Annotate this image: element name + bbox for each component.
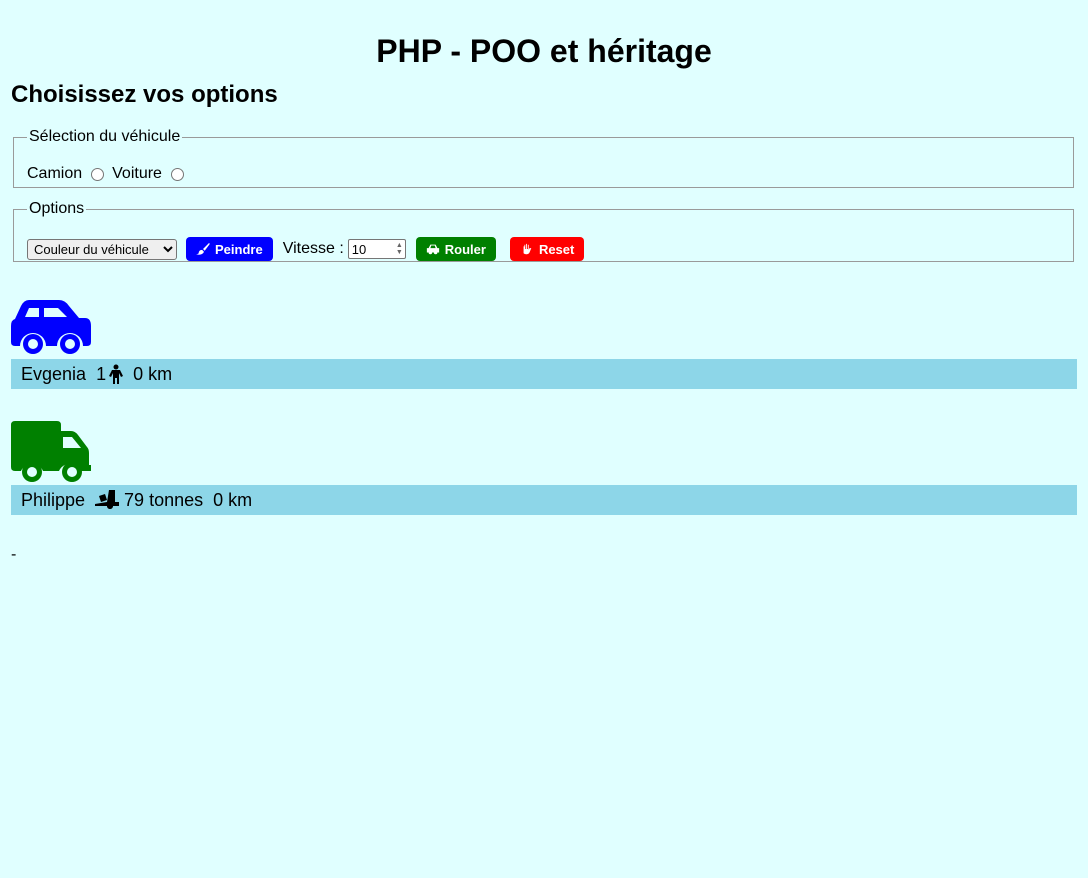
vehicle-selection-legend: Sélection du véhicule xyxy=(29,128,181,145)
paint-button-label: Peindre xyxy=(215,241,263,257)
radio-camion[interactable] xyxy=(91,167,105,181)
paint-brush-icon xyxy=(196,243,210,255)
paint-button[interactable]: Peindre xyxy=(186,237,273,261)
truck-loading-icon xyxy=(95,490,120,509)
page-title: PHP - POO et héritage xyxy=(376,33,712,69)
distance: 0 km xyxy=(133,363,173,384)
vehicle-selection-fieldset: Sélection du véhicule Camion Voiture xyxy=(13,128,1074,188)
footer-dash: - xyxy=(11,546,17,563)
car-side-icon xyxy=(426,244,439,255)
speed-value: 10 xyxy=(351,241,367,257)
passenger-count: 1 xyxy=(96,363,107,384)
truck-load: 79 tonnes xyxy=(124,489,204,510)
reset-button-label: Reset xyxy=(538,241,575,257)
driver-name: Evgenia xyxy=(21,363,87,384)
vehicle-info-truck: Philippe 79 tonnes 0 km xyxy=(11,485,1077,515)
reset-button[interactable]: Reset xyxy=(509,237,585,261)
speed-label: Vitesse : xyxy=(282,240,344,257)
options-legend: Options xyxy=(29,200,85,217)
page-subtitle: Choisissez vos options xyxy=(11,81,278,108)
drive-button[interactable]: Rouler xyxy=(415,237,496,261)
hand-stop-icon xyxy=(523,243,532,255)
car-icon xyxy=(11,300,91,354)
distance: 0 km xyxy=(213,489,253,510)
speed-spinner[interactable]: ▲ ▼ xyxy=(396,242,403,256)
drive-button-label: Rouler xyxy=(444,241,486,257)
speed-input[interactable]: 10 ▲ ▼ xyxy=(347,239,406,259)
vehicle-info-car: Evgenia 1 0 km xyxy=(11,359,1077,389)
person-icon xyxy=(109,364,124,384)
options-fieldset: Options Couleur du véhicule Peindre Vite… xyxy=(13,200,1074,262)
radio-voiture[interactable] xyxy=(170,167,184,181)
driver-name: Philippe xyxy=(21,489,86,510)
radio-label-camion: Camion xyxy=(27,165,83,182)
radio-label-voiture: Voiture xyxy=(112,165,162,182)
color-select[interactable]: Couleur du véhicule xyxy=(27,238,177,260)
truck-icon xyxy=(11,421,91,482)
